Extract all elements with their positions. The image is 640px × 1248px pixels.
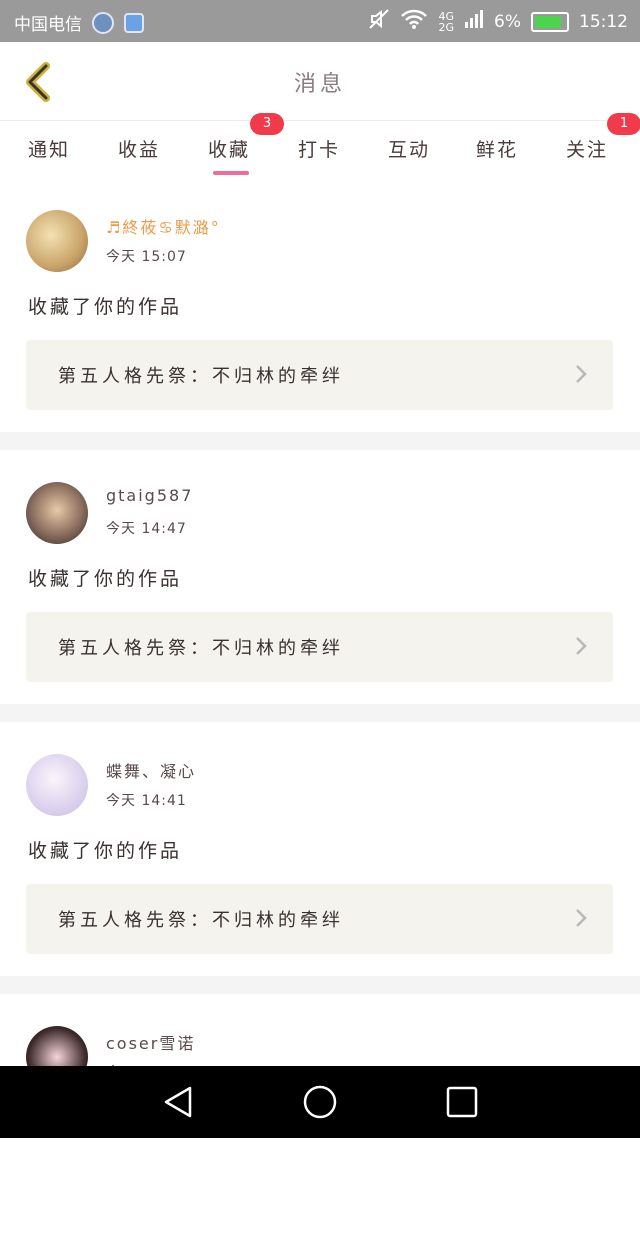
back-triangle-icon[interactable] <box>160 1084 196 1120</box>
chevron-right-icon <box>576 909 587 927</box>
work-link[interactable]: 第五人格先祭：不归林的牵绊 <box>26 884 613 954</box>
work-title: 第五人格先祭：不归林的牵绊 <box>58 366 344 387</box>
tab-bar: 通知 收益 收藏 3 打卡 互动 鲜花 关注 1 <box>0 113 640 177</box>
tab-earnings[interactable]: 收益 <box>118 135 160 162</box>
battery-percent: 6% <box>494 11 521 32</box>
action-text: 收藏了你的作品 <box>28 840 183 862</box>
app-icon <box>92 11 114 34</box>
tab-favorites-badge: 3 <box>250 113 284 135</box>
tab-label: 互动 <box>388 139 431 161</box>
page-title: 消息 <box>293 72 346 97</box>
tab-interaction[interactable]: 互动 <box>388 135 430 162</box>
header: 消息 <box>0 42 640 121</box>
chevron-right-icon <box>576 637 587 655</box>
avatar[interactable] <box>26 482 88 544</box>
list-item: gtaig587 今天 14:47 收藏了你的作品 第五人格先祭：不归林的牵绊 <box>0 450 640 704</box>
location-icon <box>124 12 144 33</box>
username[interactable]: ♬終莜♋默潞° <box>106 214 221 238</box>
tab-flowers[interactable]: 鲜花 <box>476 135 518 162</box>
active-tab-indicator <box>213 171 249 175</box>
battery-icon <box>531 11 569 32</box>
tab-favorites[interactable]: 收藏 <box>208 135 250 162</box>
timestamp: 今天 14:41 <box>106 793 187 809</box>
tab-label: 打卡 <box>298 139 341 161</box>
tab-label: 通知 <box>28 139 71 161</box>
divider <box>0 432 640 450</box>
timestamp: 今天 15:07 <box>106 249 187 265</box>
work-title: 第五人格先祭：不归林的牵绊 <box>58 638 344 659</box>
work-link[interactable]: 第五人格先祭：不归林的牵绊 <box>26 612 613 682</box>
avatar[interactable] <box>26 754 88 816</box>
chevron-right-icon <box>576 365 587 383</box>
recents-square-icon[interactable] <box>444 1084 480 1120</box>
divider <box>0 704 640 722</box>
status-bar: 中国电信 4G 2G 6% 15:12 <box>0 0 640 42</box>
tab-label: 关注 <box>566 139 609 161</box>
clock: 15:12 <box>579 11 628 32</box>
carrier-label: 中国电信 <box>14 15 82 35</box>
mute-icon <box>368 8 390 35</box>
timestamp: 今天 14:47 <box>106 521 187 537</box>
tab-label: 收藏 <box>208 139 251 161</box>
username[interactable]: gtaig587 <box>106 486 193 505</box>
signal-icon <box>464 8 484 35</box>
network-type: 4G 2G <box>438 9 455 34</box>
wifi-icon <box>400 8 428 35</box>
work-title: 第五人格先祭：不归林的牵绊 <box>58 910 344 931</box>
tab-label: 收益 <box>118 139 161 161</box>
tab-follow-badge: 1 <box>607 113 640 135</box>
divider <box>0 976 640 994</box>
list-item: ♬終莜♋默潞° 今天 15:07 收藏了你的作品 第五人格先祭：不归林的牵绊 <box>0 178 640 432</box>
work-link[interactable]: 第五人格先祭：不归林的牵绊 <box>26 340 613 410</box>
system-nav-bar <box>0 1066 640 1138</box>
username[interactable]: coser雪诺 <box>106 1030 195 1054</box>
username[interactable]: 蝶舞、凝心 <box>106 758 196 782</box>
tab-notifications[interactable]: 通知 <box>28 135 70 162</box>
action-text: 收藏了你的作品 <box>28 296 183 318</box>
tab-follow[interactable]: 关注 <box>566 135 608 162</box>
action-text: 收藏了你的作品 <box>28 568 183 590</box>
list-item: 蝶舞、凝心 今天 14:41 收藏了你的作品 第五人格先祭：不归林的牵绊 <box>0 722 640 976</box>
tab-checkin[interactable]: 打卡 <box>298 135 340 162</box>
avatar[interactable] <box>26 210 88 272</box>
home-circle-icon[interactable] <box>302 1084 338 1120</box>
tab-label: 鲜花 <box>476 139 519 161</box>
